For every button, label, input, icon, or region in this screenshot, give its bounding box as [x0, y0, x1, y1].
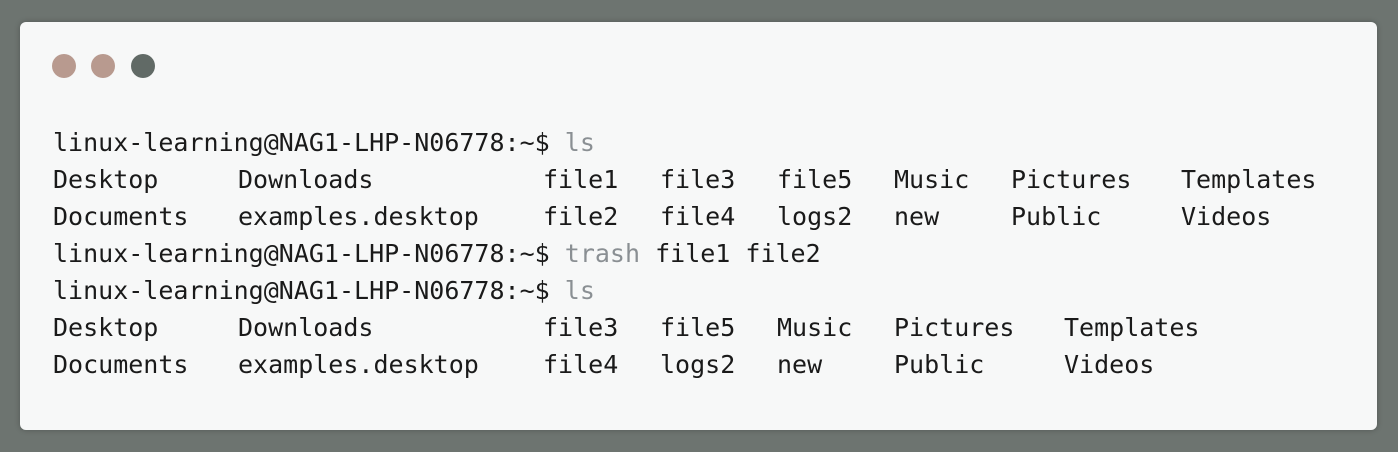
file-entry: file4 [543, 350, 619, 379]
file-entry: file3 [660, 165, 736, 194]
file-entry: Public [894, 350, 985, 379]
file-entry: Desktop [53, 165, 159, 194]
terminal-output[interactable]: linux-learning@NAG1-LHP-N06778:~$ ls Des… [53, 124, 1316, 383]
file-entry: Documents [53, 350, 189, 379]
file-entry: Templates [1181, 165, 1317, 194]
file-entry: file5 [777, 165, 853, 194]
file-entry: Desktop [53, 313, 159, 342]
listing-row: Documents examples.desktop file2 file4 logs2… [53, 198, 1316, 235]
file-entry: Music [894, 165, 970, 194]
command: ls [564, 128, 595, 157]
file-entry: examples.desktop [238, 202, 479, 231]
file-entry: file4 [660, 202, 736, 231]
file-entry: Templates [1064, 313, 1200, 342]
file-entry: Pictures [894, 313, 1015, 342]
prompt: linux-learning@NAG1-LHP-N06778:~$ [53, 276, 550, 305]
file-entry: examples.desktop [238, 350, 479, 379]
command: ls [564, 276, 595, 305]
command-line: linux-learning@NAG1-LHP-N06778:~$ ls [53, 272, 1316, 309]
file-entry: Downloads [238, 313, 374, 342]
file-entry: file5 [660, 313, 736, 342]
file-entry: file3 [543, 313, 619, 342]
file-entry: Downloads [238, 165, 374, 194]
command: trash [564, 239, 641, 268]
listing-row: Documents examples.desktop file4 logs2 new Pu… [53, 346, 1316, 383]
file-entry: Music [777, 313, 853, 342]
file-entry: Public [1011, 202, 1102, 231]
file-entry: logs2 [660, 350, 736, 379]
file-entry: new [894, 202, 940, 231]
file-entry: Videos [1064, 350, 1155, 379]
file-entry: new [777, 350, 823, 379]
command-line: linux-learning@NAG1-LHP-N06778:~$ ls [53, 124, 1316, 161]
listing-row: Desktop Downloads file3 file5 Music Pictures T… [53, 309, 1316, 346]
close-button[interactable] [52, 54, 76, 78]
file-entry: file2 [543, 202, 619, 231]
prompt: linux-learning@NAG1-LHP-N06778:~$ [53, 239, 550, 268]
zoom-button[interactable] [131, 54, 155, 78]
prompt: linux-learning@NAG1-LHP-N06778:~$ [53, 128, 550, 157]
terminal-window: linux-learning@NAG1-LHP-N06778:~$ ls Des… [20, 22, 1377, 430]
file-entry: Pictures [1011, 165, 1132, 194]
command-line: linux-learning@NAG1-LHP-N06778:~$ trash … [53, 235, 1316, 272]
file-entry: Videos [1181, 202, 1272, 231]
file-entry: file1 [543, 165, 619, 194]
minimize-button[interactable] [91, 54, 115, 78]
listing-row: Desktop Downloads file1 file3 file5 Music Pict… [53, 161, 1316, 198]
command-args: file1 file2 [655, 239, 821, 268]
file-entry: logs2 [777, 202, 853, 231]
file-entry: Documents [53, 202, 189, 231]
